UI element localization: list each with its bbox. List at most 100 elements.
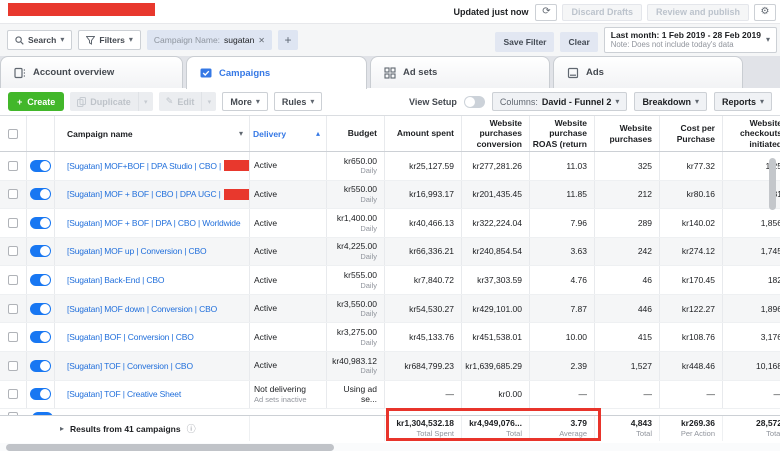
edit-button-group: ✎ Edit ▾ (159, 92, 217, 111)
chevron-down-icon: ▾ (208, 98, 212, 106)
column-header-cost-per-purchase[interactable]: Cost per Purchase (660, 116, 723, 151)
add-filter-button[interactable]: + (278, 30, 298, 50)
budget-cell: kr555.00 Daily (327, 266, 385, 294)
campaign-name-link[interactable]: [Sugatan] TOF | Creative Sheet (55, 381, 250, 409)
view-setup-toggle[interactable] (464, 96, 485, 108)
per-action-cost: kr269.36Per Action (660, 416, 723, 441)
search-button[interactable]: Search ▾ (7, 30, 72, 50)
edit-button[interactable]: ✎ Edit (159, 92, 202, 111)
rules-button[interactable]: Rules ▾ (274, 92, 323, 111)
purchases-conversion-cell: kr451,538.01 (462, 323, 530, 351)
campaign-active-toggle[interactable] (30, 274, 51, 286)
column-header-checkouts-initiated[interactable]: Website checkouts initiated (723, 116, 780, 151)
filter-bar: Search ▾ Filters ▾ Campaign Name: sugata… (0, 24, 780, 56)
toggle-knob (40, 332, 50, 342)
campaign-active-toggle[interactable] (30, 388, 51, 400)
tab-ad-sets[interactable]: Ad sets (370, 56, 550, 88)
row-checkbox[interactable] (8, 218, 18, 228)
chevron-down-icon: ▾ (766, 36, 770, 44)
review-publish-button[interactable]: Review and publish (647, 4, 749, 21)
duplicate-dropdown-button[interactable]: ▾ (138, 92, 153, 111)
campaign-name-link[interactable]: [Sugatan] Back-End | CBO (55, 266, 250, 294)
edit-dropdown-button[interactable]: ▾ (201, 92, 216, 111)
row-checkbox[interactable] (8, 189, 18, 199)
filter-chip-label: Campaign Name: (154, 35, 220, 45)
campaign-name-link[interactable]: [Sugatan] TOF | Conversion | CBO (55, 352, 250, 380)
duplicate-label: Duplicate (90, 97, 131, 107)
website-purchases-cell: 415 (595, 323, 660, 351)
campaign-name-link[interactable]: [Sugatan] MOF+BOF | DPA Studio | CBO | (55, 152, 250, 180)
settings-button[interactable]: ⚙ (754, 4, 776, 21)
purchases-conversion-cell: kr277,281.26 (462, 152, 530, 180)
results-count: Results from 41 campaigns (70, 424, 181, 434)
row-checkbox[interactable] (8, 161, 18, 171)
table-body: [Sugatan] MOF+BOF | DPA Studio | CBO | A… (0, 152, 780, 409)
campaign-name-link[interactable]: [Sugatan] MOF up | Conversion | CBO (55, 238, 250, 266)
filter-chip-campaign-name[interactable]: Campaign Name: sugatan ✕ (147, 30, 272, 50)
campaign-active-toggle[interactable] (30, 245, 51, 257)
ads-icon (567, 67, 579, 79)
toggle-knob (40, 304, 50, 314)
close-icon[interactable]: ✕ (258, 36, 265, 45)
save-filter-button[interactable]: Save Filter (495, 32, 554, 52)
red-highlight-annotation (386, 408, 601, 441)
discard-drafts-button[interactable]: Discard Drafts (562, 4, 642, 21)
column-header-delivery[interactable]: Delivery ▴ (250, 116, 327, 151)
campaign-name-link[interactable]: [Sugatan] BOF | Conversion | CBO (55, 323, 250, 351)
campaign-active-toggle[interactable] (30, 331, 51, 343)
column-header-purchase-roas[interactable]: Website purchase ROAS (return (530, 116, 595, 151)
row-checkbox[interactable] (8, 332, 18, 342)
columns-button[interactable]: Columns: David - Funnel 2 ▾ (492, 92, 628, 111)
row-checkbox[interactable] (8, 275, 18, 285)
campaign-name-link[interactable]: [Sugatan] MOF + BOF | CBO | DPA UGC | (55, 181, 250, 209)
purchases-conversion-cell: kr322,224.04 (462, 209, 530, 237)
campaign-active-toggle[interactable] (30, 303, 51, 315)
total-website-purchases: 4,843Total (595, 416, 660, 441)
row-checkbox[interactable] (8, 304, 18, 314)
edit-label: Edit (177, 97, 194, 107)
more-button[interactable]: More ▾ (222, 92, 268, 111)
column-header-campaign-name[interactable]: Campaign name ▾ (55, 116, 250, 151)
select-all-checkbox[interactable] (8, 129, 18, 139)
date-range-note: Note: Does not include today's data (611, 40, 761, 50)
horizontal-scrollbar-thumb[interactable] (6, 444, 334, 451)
column-header-purchases-conversion[interactable]: Website purchases conversion (462, 116, 530, 151)
column-header-amount-spent[interactable]: Amount spent (385, 116, 462, 151)
results-summary[interactable]: ▸ Results from 41 campaigns ⓘ (0, 416, 250, 441)
vertical-scrollbar-thumb[interactable] (769, 158, 776, 210)
website-purchases-cell: — (595, 381, 660, 409)
row-checkbox[interactable] (8, 246, 18, 256)
checkouts-initiated-cell: 10,168 (723, 352, 780, 380)
reports-label: Reports (722, 97, 756, 107)
column-header-website-purchases[interactable]: Website purchases (595, 116, 660, 151)
tab-campaigns[interactable]: Campaigns (186, 56, 367, 89)
refresh-button[interactable]: ⟳ (535, 4, 557, 21)
reports-button[interactable]: Reports ▾ (714, 92, 772, 111)
cost-per-purchase-cell: kr140.02 (660, 209, 723, 237)
duplicate-button-group: Duplicate ▾ (70, 92, 153, 111)
column-header-budget[interactable]: Budget (327, 116, 385, 151)
delivery-status: Active (250, 238, 327, 266)
tab-account-overview[interactable]: Account overview (0, 56, 183, 88)
clear-filter-button[interactable]: Clear (560, 32, 597, 52)
budget-cell: kr40,983.12 Daily (327, 352, 385, 380)
campaign-active-toggle[interactable] (30, 188, 51, 200)
create-button[interactable]: + Create (8, 92, 64, 111)
duplicate-button[interactable]: Duplicate (70, 92, 138, 111)
campaign-name-link[interactable]: [Sugatan] MOF + BOF | DPA | CBO | Worldw… (55, 209, 250, 237)
redaction-block (224, 160, 250, 171)
date-range-selector[interactable]: Last month: 1 Feb 2019 - 28 Feb 2019 Not… (604, 27, 777, 53)
campaign-name-link[interactable]: [Sugatan] MOF down | Conversion | CBO (55, 295, 250, 323)
campaign-active-toggle[interactable] (30, 160, 51, 172)
row-checkbox[interactable] (8, 361, 18, 371)
campaign-active-toggle[interactable] (30, 360, 51, 372)
campaign-active-toggle[interactable] (30, 217, 51, 229)
tab-ads[interactable]: Ads (553, 56, 743, 88)
filters-button[interactable]: Filters ▾ (78, 30, 141, 50)
breakdown-button[interactable]: Breakdown ▾ (634, 92, 707, 111)
row-checkbox[interactable] (8, 389, 18, 399)
redaction-block-account (8, 3, 155, 16)
toggle-knob (40, 161, 50, 171)
chevron-down-icon: ▾ (239, 130, 243, 138)
delivery-status: Active (250, 295, 327, 323)
